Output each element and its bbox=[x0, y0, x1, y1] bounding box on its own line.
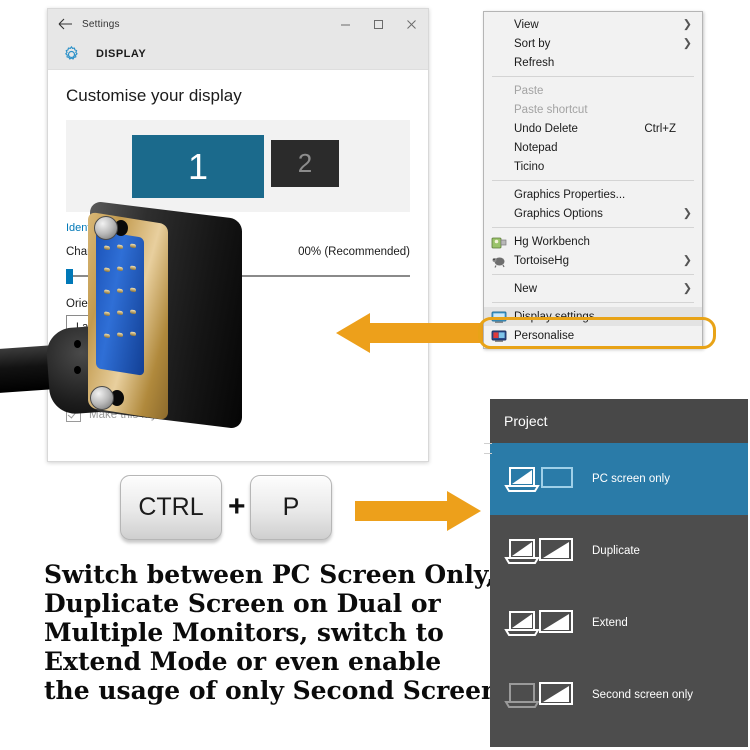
settings-section-title: DISPLAY bbox=[96, 48, 147, 60]
context-menu-item-label: Paste bbox=[514, 84, 544, 97]
panel-edge-line-1 bbox=[484, 443, 492, 444]
context-menu-item-label: New bbox=[514, 282, 538, 295]
key-p[interactable]: P bbox=[250, 475, 332, 540]
context-menu-item-paste-shortcut: Paste shortcut bbox=[484, 100, 702, 119]
context-menu-item-graphics-options[interactable]: Graphics Options ❯ bbox=[484, 204, 702, 223]
tortoisehg-icon bbox=[491, 253, 507, 269]
settings-titlebar: Settings bbox=[48, 9, 428, 39]
second-screen-only-icon bbox=[502, 678, 578, 712]
chevron-right-icon: ❯ bbox=[682, 37, 692, 49]
extend-icon bbox=[502, 606, 578, 640]
context-menu-item-label: View bbox=[514, 18, 539, 31]
pc-screen-only-icon bbox=[502, 462, 578, 496]
chevron-right-icon: ❯ bbox=[682, 18, 692, 30]
page-title: Customise your display bbox=[66, 86, 242, 105]
context-menu-item-label: Ticino bbox=[514, 160, 545, 173]
gear-icon bbox=[58, 41, 84, 67]
project-panel: Project PC screen only Duplicate Extend … bbox=[484, 399, 748, 747]
context-menu-item-label: Graphics Properties... bbox=[514, 188, 626, 201]
caption-line-3: Multiple Monitors, switch to bbox=[44, 618, 444, 647]
context-menu-item-notepad[interactable]: Notepad bbox=[484, 138, 702, 157]
caption-text: Switch between PC Screen Only, Duplicate… bbox=[44, 560, 508, 705]
hg-workbench-icon bbox=[491, 234, 507, 250]
vga-connector-photo bbox=[0, 200, 255, 468]
back-arrow-icon[interactable] bbox=[48, 9, 82, 39]
display-settings-highlight-ring bbox=[478, 317, 716, 349]
context-menu-item-label: Paste shortcut bbox=[514, 103, 588, 116]
project-option-label: PC screen only bbox=[592, 473, 670, 485]
context-menu-item-ticino[interactable]: Ticino bbox=[484, 157, 702, 176]
chevron-right-icon: ❯ bbox=[682, 282, 692, 294]
context-menu-separator bbox=[492, 180, 694, 181]
key-ctrl-label: CTRL bbox=[138, 493, 204, 521]
caption-line-1: Switch between PC Screen Only, bbox=[44, 560, 495, 589]
context-menu-item-label: Graphics Options bbox=[514, 207, 603, 220]
project-panel-title-label: Project bbox=[504, 413, 548, 429]
panel-edge-line-2 bbox=[484, 453, 492, 454]
monitor-1-number: 1 bbox=[187, 145, 209, 187]
screenshot-root: Settings DISPLAY Customise your display … bbox=[0, 0, 750, 750]
minimize-icon[interactable] bbox=[329, 9, 362, 39]
monitor-2-number: 2 bbox=[297, 148, 313, 178]
project-option-label: Second screen only bbox=[592, 689, 694, 701]
context-menu-item-label: Sort by bbox=[514, 37, 551, 50]
key-ctrl[interactable]: CTRL bbox=[120, 475, 222, 540]
chevron-right-icon: ❯ bbox=[682, 254, 692, 266]
context-menu-item-refresh[interactable]: Refresh bbox=[484, 53, 702, 72]
maximize-icon[interactable] bbox=[362, 9, 395, 39]
context-menu-item-undo-delete[interactable]: Undo Delete Ctrl+Z bbox=[484, 119, 702, 138]
context-menu-item-label: Notepad bbox=[514, 141, 558, 154]
context-menu-separator bbox=[492, 302, 694, 303]
vga-thumbscrew-bottom bbox=[90, 386, 114, 410]
settings-window-title: Settings bbox=[82, 18, 120, 30]
context-menu-item-label: Refresh bbox=[514, 56, 555, 69]
context-menu-separator bbox=[492, 274, 694, 275]
arrow-to-project-panel bbox=[355, 490, 483, 537]
close-icon[interactable] bbox=[395, 9, 428, 39]
monitor-arrangement-canvas[interactable]: 1 2 bbox=[66, 120, 410, 212]
project-option-extend[interactable]: Extend bbox=[490, 587, 748, 659]
vga-boot-hole-bottom bbox=[74, 366, 81, 374]
caption-line-4: Extend Mode or even enable bbox=[44, 647, 442, 676]
context-menu-item-view[interactable]: View ❯ bbox=[484, 15, 702, 34]
context-menu-item-graphics-properties[interactable]: Graphics Properties... bbox=[484, 185, 702, 204]
context-menu-item-accelerator: Ctrl+Z bbox=[644, 122, 676, 135]
context-menu-item-new[interactable]: New ❯ bbox=[484, 279, 702, 298]
key-p-label: P bbox=[282, 493, 300, 521]
context-menu-separator bbox=[492, 76, 694, 77]
monitor-1[interactable]: 1 bbox=[132, 135, 264, 198]
monitor-2[interactable]: 2 bbox=[271, 140, 339, 187]
project-panel-title: Project bbox=[490, 399, 748, 443]
context-menu-item-tortoisehg[interactable]: TortoiseHg ❯ bbox=[484, 251, 702, 270]
caption-line-5: the usage of only Second Screen. bbox=[44, 676, 508, 705]
context-menu-item-paste: Paste bbox=[484, 81, 702, 100]
vga-pins bbox=[100, 237, 142, 370]
project-option-duplicate[interactable]: Duplicate bbox=[490, 515, 748, 587]
settings-section-header: DISPLAY bbox=[48, 39, 428, 70]
caption-line-2: Duplicate Screen on Dual or bbox=[44, 589, 441, 618]
window-controls bbox=[329, 9, 428, 39]
vga-boot-hole-top bbox=[74, 340, 81, 348]
context-menu-item-sort-by[interactable]: Sort by ❯ bbox=[484, 34, 702, 53]
duplicate-icon bbox=[502, 534, 578, 568]
arrow-to-display-settings bbox=[334, 312, 484, 359]
context-menu-item-label: Undo Delete bbox=[514, 122, 578, 135]
context-menu-item-hg-workbench[interactable]: Hg Workbench bbox=[484, 232, 702, 251]
context-menu-separator bbox=[492, 227, 694, 228]
project-option-pc-screen-only[interactable]: PC screen only bbox=[490, 443, 748, 515]
project-option-second-screen-only[interactable]: Second screen only bbox=[490, 659, 748, 731]
context-menu-item-label: Hg Workbench bbox=[514, 235, 590, 248]
chevron-right-icon: ❯ bbox=[682, 207, 692, 219]
context-menu-item-label: TortoiseHg bbox=[514, 254, 569, 267]
vga-thumbscrew-top bbox=[94, 216, 118, 240]
desktop-context-menu: View ❯ Sort by ❯ Refresh Paste Paste sho… bbox=[483, 11, 703, 349]
project-option-label: Extend bbox=[592, 617, 628, 629]
plus-sign: + bbox=[228, 490, 246, 523]
project-option-label: Duplicate bbox=[592, 545, 640, 557]
scale-value: 00% (Recommended) bbox=[298, 246, 410, 258]
